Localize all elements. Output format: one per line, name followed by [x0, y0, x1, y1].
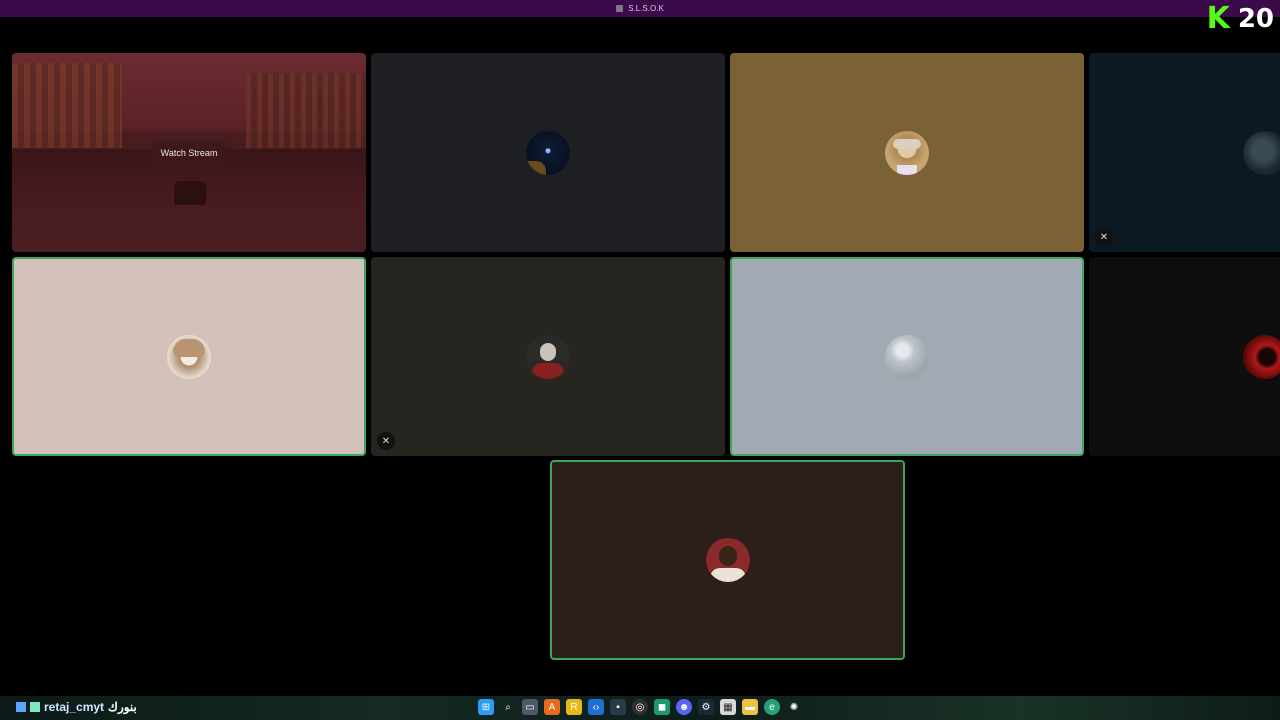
search-icon[interactable]: ⌕ [500, 699, 516, 715]
user-status-icon [16, 702, 26, 712]
avatar [526, 130, 570, 175]
app-terminal-icon[interactable]: ▪ [610, 699, 626, 715]
taskbar-arabic-label: بنورك [108, 700, 137, 714]
participant-tile[interactable] [730, 53, 1084, 252]
app-yellow-icon[interactable]: R [566, 699, 582, 715]
avatar [526, 334, 570, 379]
taskbar-username: retaj_cmyt [44, 700, 105, 714]
edge-icon[interactable]: e [764, 699, 780, 715]
stream-car [174, 181, 206, 205]
kick-overlay: K 20 [1206, 1, 1274, 36]
steam-icon[interactable]: ⚙ [698, 699, 714, 715]
discord-icon[interactable]: ☻ [676, 699, 692, 715]
avatar [1243, 131, 1280, 175]
task-view-icon[interactable]: ▭ [522, 699, 538, 715]
settings-icon[interactable]: ✺ [786, 699, 802, 715]
window-titlebar: S.L.S.O.K [0, 0, 1280, 17]
participant-tile[interactable]: ✕ [371, 257, 725, 456]
mic-muted-icon: ✕ [1095, 228, 1113, 246]
avatar [705, 538, 750, 582]
mic-muted-icon: ✕ [377, 432, 395, 450]
vscode-icon[interactable]: ‹› [588, 699, 604, 715]
participant-tile[interactable] [550, 460, 905, 660]
window-title: S.L.S.O.K [628, 4, 664, 13]
avatar [1243, 335, 1280, 379]
app-badge-icon [30, 702, 40, 712]
file-explorer-icon[interactable]: ▬ [742, 699, 758, 715]
stream-tile[interactable]: Watch Stream [12, 53, 366, 252]
taskbar-user-chip[interactable]: retaj_cmyt بنورك [16, 700, 137, 714]
avatar [167, 334, 211, 379]
avatar [885, 334, 929, 379]
taskbar: retaj_cmyt بنورك ⊞ ⌕ ▭ A R ‹› ▪ ◎ ◼ ☻ ⚙ … [0, 696, 1280, 720]
app-icon [616, 5, 624, 12]
participant-tile[interactable] [1089, 257, 1280, 456]
app-orange-icon[interactable]: A [544, 699, 560, 715]
avatar [885, 130, 929, 175]
obs-icon[interactable]: ◎ [632, 699, 648, 715]
participant-tile[interactable] [730, 257, 1084, 456]
calendar-icon[interactable]: ▦ [720, 699, 736, 715]
participant-tile[interactable]: ✕ [1089, 53, 1280, 252]
participant-tile[interactable] [371, 53, 725, 252]
taskbar-apps: ⊞ ⌕ ▭ A R ‹› ▪ ◎ ◼ ☻ ⚙ ▦ ▬ e ✺ [478, 699, 802, 715]
stream-scenery [246, 73, 366, 148]
windows-start-icon[interactable]: ⊞ [478, 699, 494, 715]
watch-stream-button[interactable]: Watch Stream [152, 140, 226, 165]
kick-logo-icon: K [1206, 1, 1230, 36]
app-green-icon[interactable]: ◼ [654, 699, 670, 715]
stream-scenery [12, 63, 122, 148]
viewer-count: 20 [1237, 4, 1274, 34]
participant-tile[interactable] [12, 257, 366, 456]
